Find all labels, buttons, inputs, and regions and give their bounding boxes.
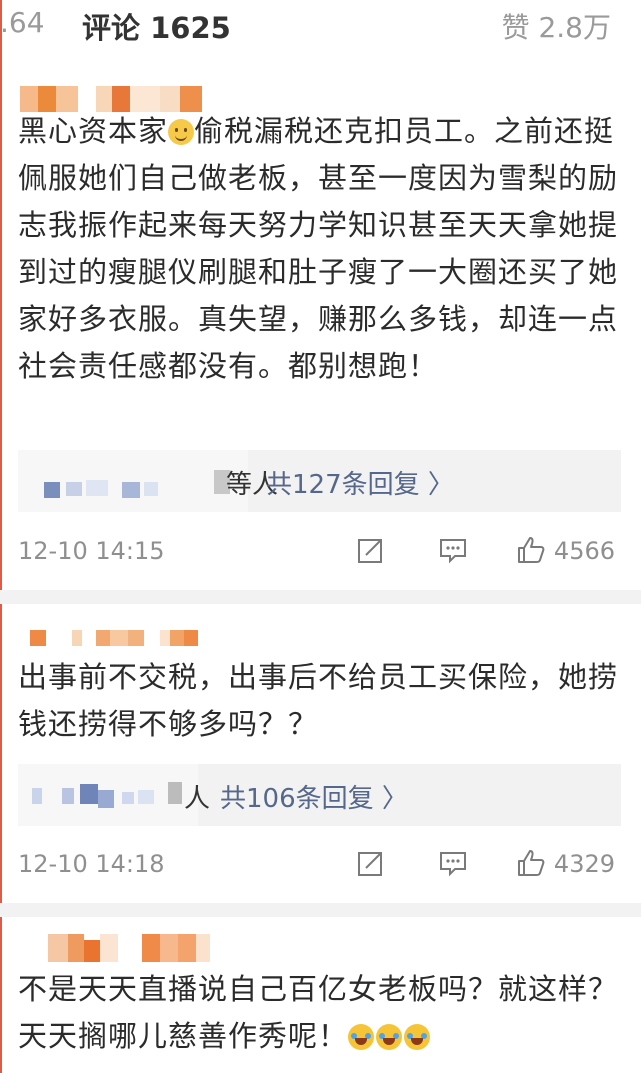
comment-text: 出事前不交税，出事后不给员工买保险，她捞钱还捞得不够多吗？？ bbox=[18, 660, 619, 741]
comments-tab-title[interactable]: 评论 1625 bbox=[82, 5, 231, 47]
comment-icon[interactable] bbox=[438, 848, 468, 878]
thumbs-up-icon[interactable] bbox=[516, 535, 546, 565]
like-count: 4329 bbox=[553, 850, 615, 878]
repost-icon[interactable] bbox=[356, 535, 386, 565]
username-blurred[interactable] bbox=[20, 626, 200, 652]
laugh-cry-emoji-icon bbox=[376, 1024, 403, 1050]
repost-icon[interactable] bbox=[356, 848, 386, 878]
comment-meta: 12-10 14:15 4566 bbox=[0, 533, 641, 573]
comment-meta: 12-10 14:18 4329 bbox=[0, 846, 641, 886]
reply-count-link[interactable]: 共106条回复 〉 bbox=[220, 778, 408, 815]
comments-header: .64 评论 1625 赞 2.8万 bbox=[0, 0, 641, 50]
like-count: 4566 bbox=[553, 537, 615, 565]
reply-users-blurred bbox=[18, 764, 198, 826]
reply-users-blurred bbox=[18, 450, 248, 512]
thumbs-up-icon[interactable] bbox=[516, 848, 546, 878]
comment-text: 不是天天直播说自己百亿女老板吗？就这样？天天搁哪儿慈善作秀呢！ bbox=[18, 972, 619, 1053]
smile-emoji-icon bbox=[168, 119, 195, 145]
reply-suffix: 人 bbox=[184, 784, 211, 814]
comment-time: 12-10 14:18 bbox=[18, 850, 165, 878]
comment-icon[interactable] bbox=[438, 535, 468, 565]
header-partial-tab[interactable]: .64 bbox=[0, 6, 45, 39]
laugh-cry-emoji-icon bbox=[404, 1024, 431, 1050]
comment-time: 12-10 14:15 bbox=[18, 537, 165, 565]
likes-tab[interactable]: 赞 2.8万 bbox=[502, 6, 611, 46]
comment-divider bbox=[0, 903, 641, 917]
username-blurred[interactable] bbox=[20, 934, 230, 962]
comment-divider bbox=[0, 590, 641, 604]
reply-count-link[interactable]: 共127条回复 〉 bbox=[266, 464, 454, 501]
comment-text: 黑心资本家 偷税漏税还克扣员工。之前还挺佩服她们自己做老板，甚至一度因为雪梨的励志… bbox=[18, 114, 619, 383]
laugh-cry-emoji-icon bbox=[348, 1024, 375, 1050]
reply-preview[interactable]: 人 共106条回复 〉 bbox=[18, 764, 621, 826]
reply-preview[interactable]: 等人 共127条回复 〉 bbox=[18, 450, 621, 512]
